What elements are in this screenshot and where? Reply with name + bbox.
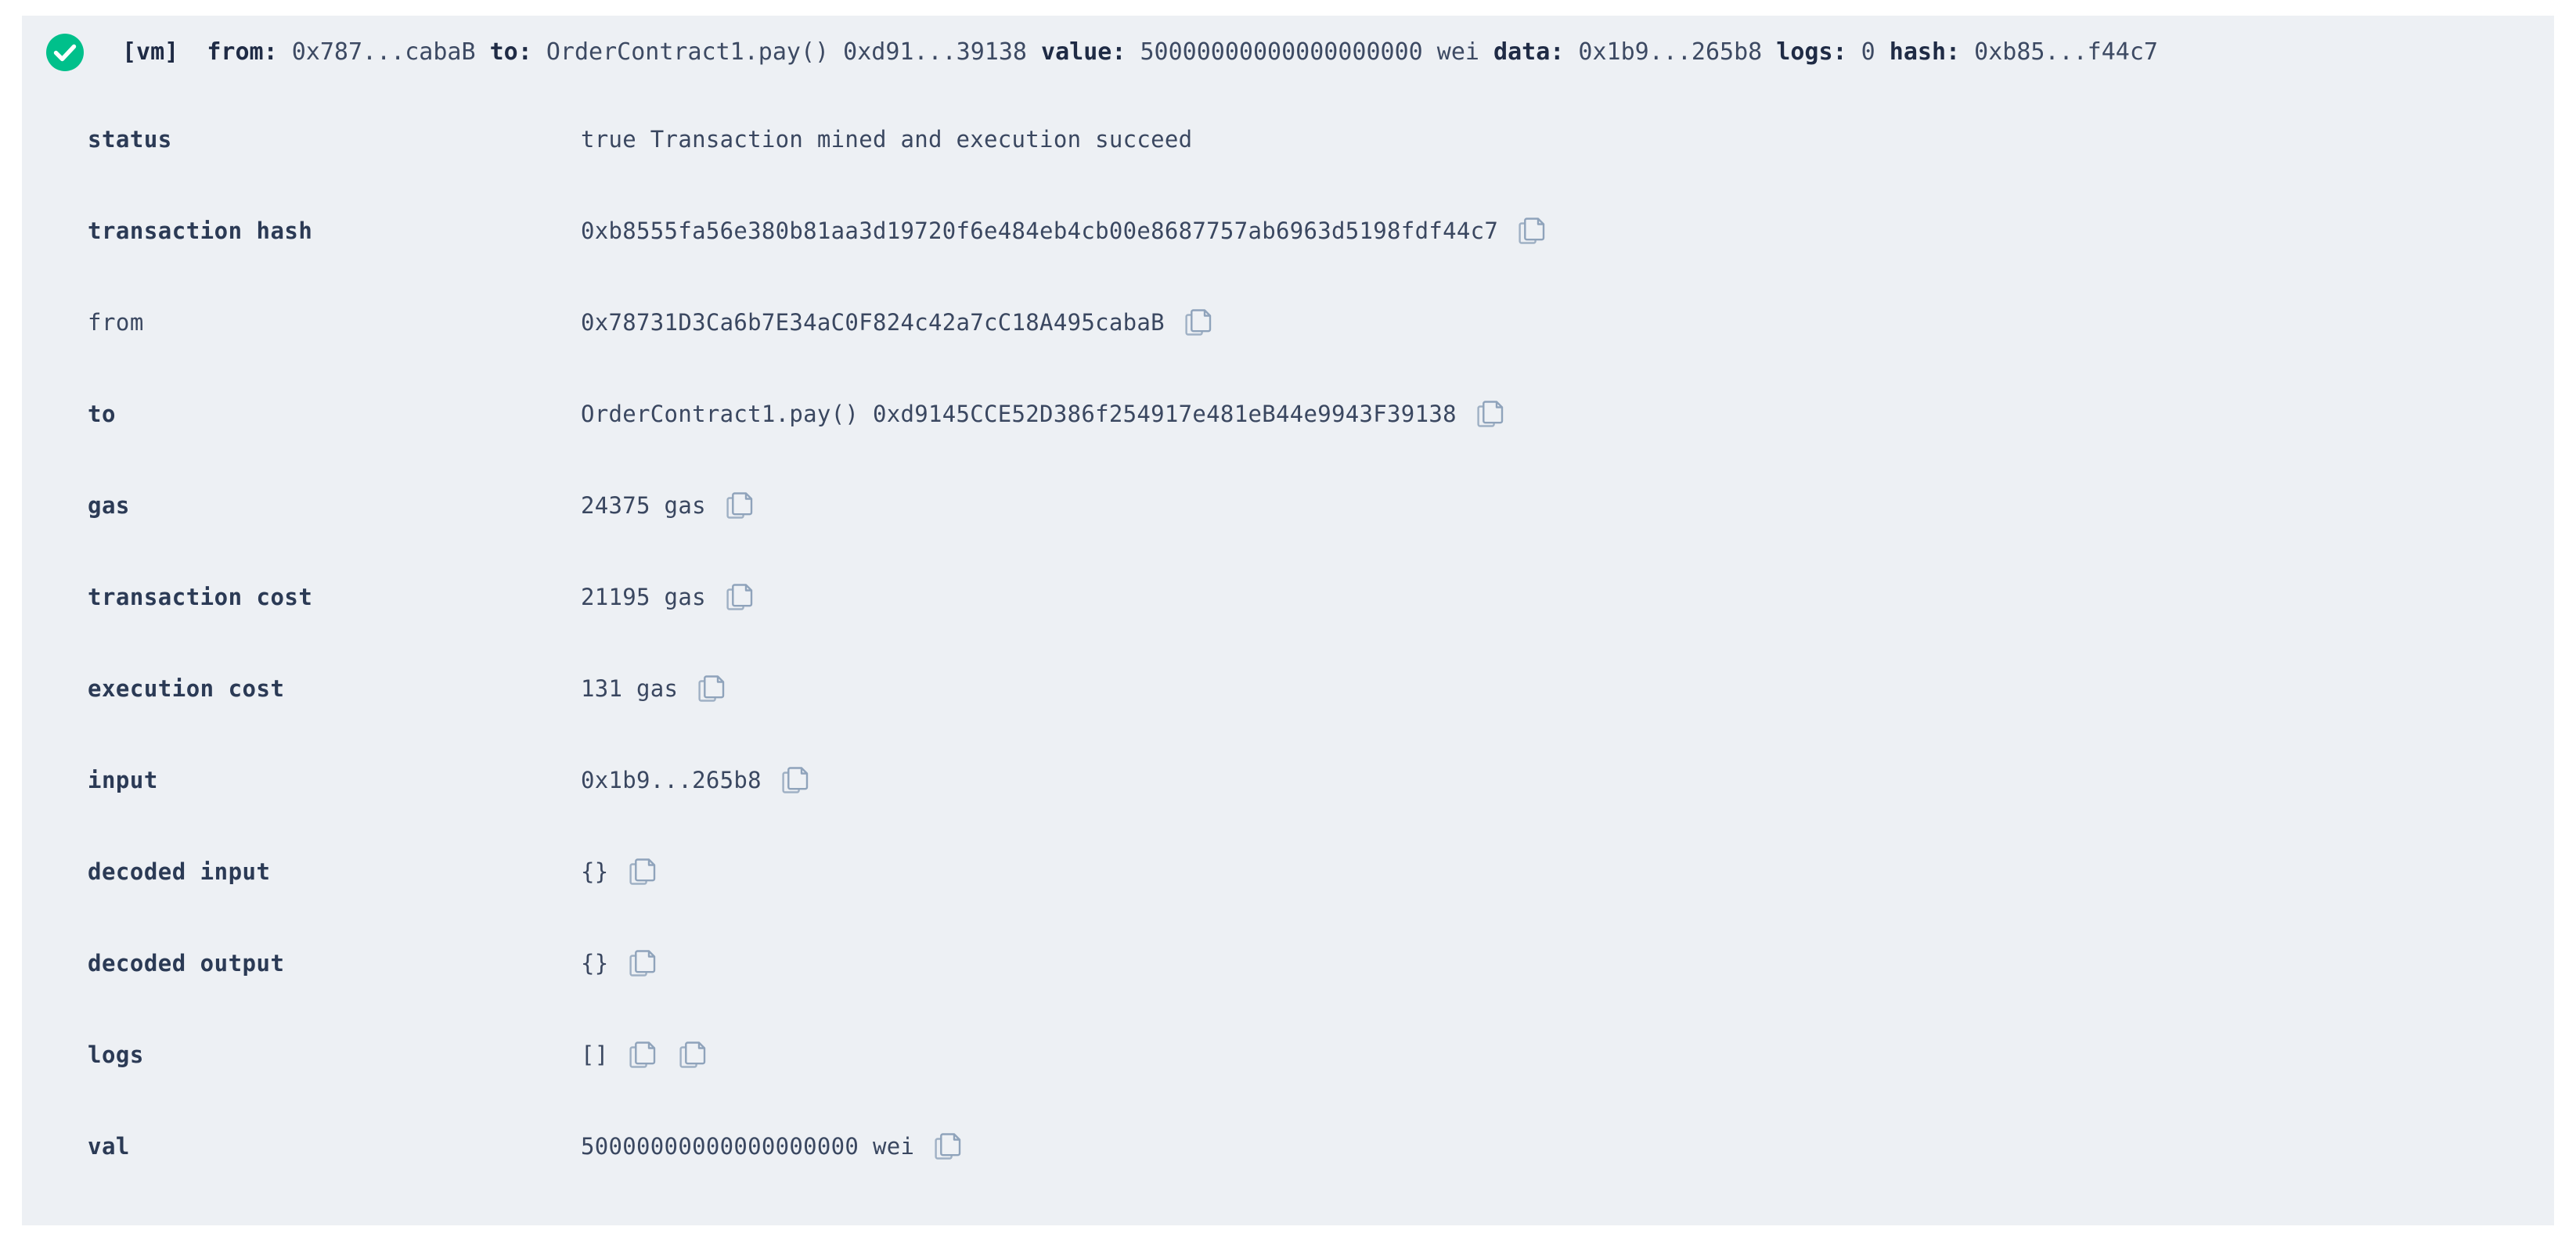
row-label-execution-cost: execution cost — [88, 674, 285, 702]
row-label-status: status — [88, 125, 172, 153]
row-label-decoded-input: decoded input — [88, 858, 271, 885]
transaction-detail-rows: status true Transaction mined and execut… — [22, 88, 2554, 1192]
transaction-result-panel: [vm] from: 0x787...cabaB to: OrderContra… — [22, 16, 2554, 1225]
transaction-summary-text: [vm] from: 0x787...cabaB to: OrderContra… — [122, 38, 2158, 66]
header-value-logs: 0 — [1861, 38, 1875, 66]
header-value-to: OrderContract1.pay() 0xd91...39138 — [546, 38, 1027, 66]
row-value-text-decoded-output: {} — [581, 949, 609, 977]
header-key-hash: hash: — [1889, 38, 1961, 66]
row-value-text-from: 0x78731D3Ca6b7E34aC0F824c42a7cC18A495cab… — [581, 308, 1165, 336]
copy-icon[interactable] — [1519, 217, 1545, 245]
table-row-input: input 0x1b9...265b8 — [22, 734, 2554, 826]
table-row-to: to OrderContract1.pay() 0xd9145CCE52D386… — [22, 368, 2554, 459]
copy-icon[interactable] — [935, 1132, 961, 1160]
row-value-text-gas: 24375 gas — [581, 491, 706, 519]
header-value-hash: 0xb85...f44c7 — [1974, 38, 2158, 66]
row-value-decoded-input: {} — [581, 858, 656, 886]
table-row-transaction-hash: transaction hash 0xb8555fa56e380b81aa3d1… — [22, 185, 2554, 276]
table-row-decoded-input: decoded input {} — [22, 826, 2554, 917]
table-row-status: status true Transaction mined and execut… — [22, 93, 2554, 185]
row-value-text-status: true Transaction mined and execution suc… — [581, 125, 1193, 153]
row-value-transaction-hash: 0xb8555fa56e380b81aa3d19720f6e484eb4cb00… — [581, 217, 1545, 245]
header-value-value: 50000000000000000000 wei — [1140, 38, 1479, 66]
row-value-transaction-cost: 21195 gas — [581, 583, 753, 611]
row-label-from: from — [88, 308, 144, 336]
row-value-status: true Transaction mined and execution suc… — [581, 126, 1192, 153]
row-label-input: input — [88, 766, 158, 793]
row-value-text-transaction-cost: 21195 gas — [581, 583, 706, 610]
row-value-decoded-output: {} — [581, 949, 656, 977]
header-value-from: 0x787...cabaB — [291, 38, 476, 66]
copy-icon[interactable] — [1185, 308, 1212, 336]
row-label-logs: logs — [88, 1041, 144, 1068]
row-value-execution-cost: 131 gas — [581, 674, 725, 703]
header-key-logs: logs: — [1776, 38, 1847, 66]
header-key-data: data: — [1493, 38, 1565, 66]
copy-icon[interactable] — [726, 583, 753, 611]
row-value-text-logs: [] — [581, 1041, 609, 1068]
table-row-gas: gas 24375 gas — [22, 459, 2554, 551]
copy-icon[interactable] — [698, 674, 725, 703]
row-value-gas: 24375 gas — [581, 491, 753, 520]
vm-tag: [vm] — [122, 38, 179, 66]
row-label-to: to — [88, 400, 116, 427]
copy-icon[interactable] — [1477, 400, 1504, 428]
copy-icon[interactable] — [679, 1041, 706, 1069]
row-value-text-val: 50000000000000000000 wei — [581, 1132, 915, 1160]
row-label-val: val — [88, 1132, 130, 1160]
transaction-summary-header[interactable]: [vm] from: 0x787...cabaB to: OrderContra… — [22, 16, 2554, 88]
copy-icon[interactable] — [629, 1041, 656, 1069]
header-key-value: value: — [1041, 38, 1126, 66]
header-key-to: to: — [489, 38, 532, 66]
table-row-from: from 0x78731D3Ca6b7E34aC0F824c42a7cC18A4… — [22, 276, 2554, 368]
row-value-from: 0x78731D3Ca6b7E34aC0F824c42a7cC18A495cab… — [581, 308, 1212, 336]
table-row-execution-cost: execution cost 131 gas — [22, 642, 2554, 734]
row-value-text-to: OrderContract1.pay() 0xd9145CCE52D386f25… — [581, 400, 1457, 427]
copy-icon[interactable] — [726, 491, 753, 520]
table-row-transaction-cost: transaction cost 21195 gas — [22, 551, 2554, 642]
check-circle-icon — [46, 33, 84, 71]
copy-icon[interactable] — [629, 949, 656, 977]
copy-icon[interactable] — [782, 766, 809, 794]
row-value-input: 0x1b9...265b8 — [581, 766, 809, 794]
row-value-text-execution-cost: 131 gas — [581, 674, 679, 702]
row-value-logs: [] — [581, 1041, 706, 1069]
row-label-transaction-hash: transaction hash — [88, 217, 313, 244]
row-value-text-input: 0x1b9...265b8 — [581, 766, 762, 793]
row-value-to: OrderContract1.pay() 0xd9145CCE52D386f25… — [581, 400, 1504, 428]
row-label-decoded-output: decoded output — [88, 949, 285, 977]
row-label-gas: gas — [88, 491, 130, 519]
table-row-logs: logs [] — [22, 1009, 2554, 1100]
table-row-decoded-output: decoded output {} — [22, 917, 2554, 1009]
row-value-text-decoded-input: {} — [581, 858, 609, 885]
row-value-val: 50000000000000000000 wei — [581, 1132, 961, 1160]
row-value-text-transaction-hash: 0xb8555fa56e380b81aa3d19720f6e484eb4cb00… — [581, 217, 1499, 244]
header-key-from: from: — [207, 38, 278, 66]
copy-icon[interactable] — [629, 858, 656, 886]
row-label-transaction-cost: transaction cost — [88, 583, 313, 610]
table-row-val: val 50000000000000000000 wei — [22, 1100, 2554, 1192]
header-value-data: 0x1b9...265b8 — [1578, 38, 1763, 66]
